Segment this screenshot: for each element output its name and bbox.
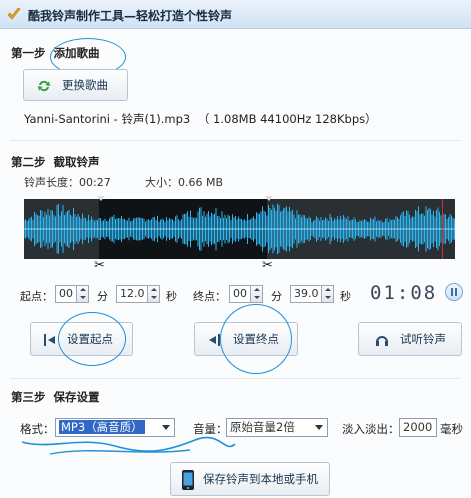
start-second-unit: 秒 — [166, 290, 177, 303]
annotation-circle — [58, 312, 126, 366]
start-minute-input[interactable]: 00 — [55, 285, 77, 303]
annotation-underline — [21, 436, 236, 455]
save-ringtone-label: 保存铃声到本地或手机 — [203, 472, 318, 486]
step2-title: 截取铃声 — [53, 155, 100, 169]
end-minute-unit: 分 — [271, 290, 282, 303]
title-bar: 酷我铃声制作工具—轻松打造个性铃声 — [0, 0, 471, 29]
chevron-down-icon — [162, 425, 170, 430]
step2-prefix: 第二步 — [11, 155, 46, 169]
start-handle[interactable] — [97, 196, 105, 205]
listen-button[interactable]: 试听铃声 — [358, 322, 462, 356]
end-scissors-icon[interactable]: ✂ — [262, 258, 273, 273]
start-minute-unit: 分 — [97, 290, 108, 303]
start-second-spinner[interactable] — [148, 285, 160, 303]
playhead-marker — [442, 199, 443, 259]
playback-timer: 01:08 — [370, 282, 438, 304]
divider — [10, 378, 460, 379]
save-ringtone-button[interactable]: 保存铃声到本地或手机 — [170, 462, 330, 496]
window-title: 酷我铃声制作工具—轻松打造个性铃声 — [28, 9, 233, 23]
end-minute-input[interactable]: 00 — [229, 285, 251, 303]
change-song-label: 更换歌曲 — [62, 78, 108, 92]
phone-icon — [182, 470, 194, 490]
end-second-spinner[interactable] — [322, 285, 334, 303]
annotation-circle — [220, 304, 292, 374]
chevron-down-icon — [315, 425, 323, 430]
ringtone-size: 大小：0.66 MB — [145, 174, 223, 190]
length-label: 铃声长度： — [24, 176, 79, 189]
step3-prefix: 第三步 — [11, 390, 46, 404]
start-label: 起点： — [20, 290, 53, 303]
file-line: Yanni-Santorini - 铃声(1).mp3 （ 1.08MB 441… — [24, 111, 377, 127]
ringtone-maker-window: 酷我铃声制作工具—轻松打造个性铃声 第一步 添加歌曲 更换歌曲 Yanni-Sa… — [0, 0, 471, 498]
end-second-input[interactable]: 39.0 — [290, 285, 322, 303]
set-start-icon — [44, 334, 55, 346]
start-scissors-icon[interactable]: ✂ — [94, 258, 105, 273]
volume-select[interactable]: 原始音量2倍 — [226, 418, 328, 437]
size-label: 大小： — [145, 176, 178, 189]
app-logo-icon — [7, 7, 21, 20]
step3-heading: 第三步 保存设置 — [11, 389, 100, 405]
change-song-button[interactable]: 更换歌曲 — [23, 69, 128, 101]
ringtone-length: 铃声长度：00:27 — [24, 174, 111, 190]
end-second-unit: 秒 — [340, 290, 351, 303]
length-value: 00:27 — [79, 176, 111, 189]
waveform-graph — [24, 203, 455, 255]
end-minute-spinner[interactable] — [251, 285, 263, 303]
pause-icon[interactable] — [445, 283, 463, 301]
file-name: Yanni-Santorini - 铃声(1).mp3 — [24, 112, 191, 126]
step1-prefix: 第一步 — [11, 46, 46, 60]
step3-title: 保存设置 — [53, 390, 100, 404]
end-label: 终点： — [193, 290, 226, 303]
fade-input[interactable]: 2000 — [399, 418, 437, 437]
fade-unit: 毫秒 — [440, 422, 463, 436]
refresh-icon — [38, 80, 50, 92]
headphones-icon — [376, 336, 388, 346]
divider — [10, 140, 460, 141]
end-handle[interactable] — [265, 196, 273, 205]
listen-label: 试听铃声 — [400, 332, 446, 346]
file-info: （ 1.08MB 44100Hz 128Kbps） — [197, 112, 377, 126]
step2-heading: 第二步 截取铃声 — [11, 154, 100, 170]
start-minute-spinner[interactable] — [77, 285, 89, 303]
size-value: 0.66 MB — [178, 176, 224, 189]
fade-label: 淡入淡出： — [342, 422, 400, 436]
start-second-input[interactable]: 12.0 — [116, 285, 148, 303]
